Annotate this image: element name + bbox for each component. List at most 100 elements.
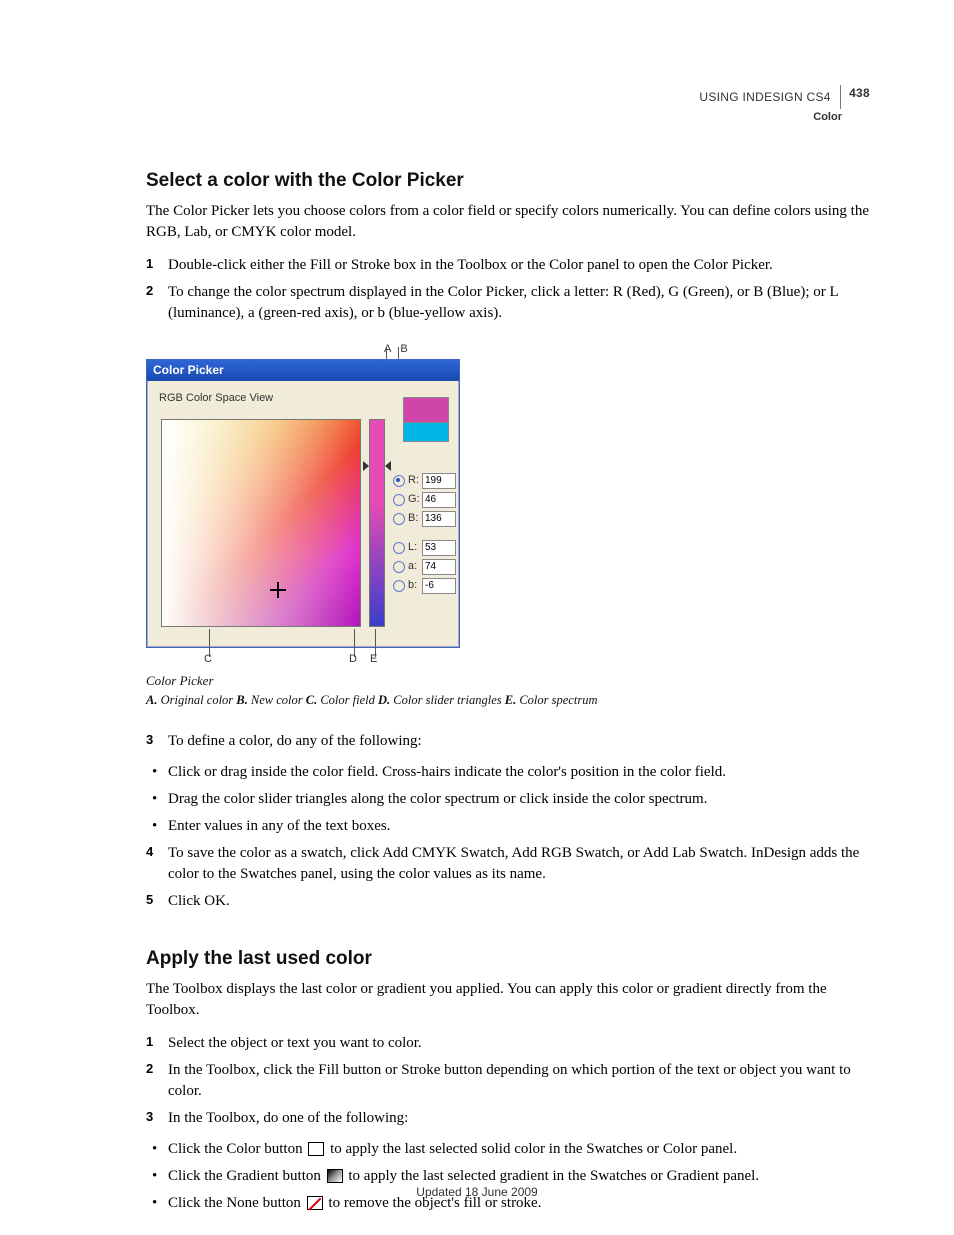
radio-g[interactable]: [393, 494, 405, 506]
value-a[interactable]: 74: [422, 559, 456, 575]
bullet-list: Click or drag inside the color field. Cr…: [146, 762, 870, 837]
input-row-a: a:74: [393, 559, 456, 575]
bullet-text: Enter values in any of the text boxes.: [168, 818, 390, 834]
callout-label-b: B: [400, 343, 410, 355]
step-number: 3: [146, 1108, 153, 1126]
step-item: 1 Double-click either the Fill or Stroke …: [146, 255, 870, 276]
label-l: L:: [408, 540, 422, 555]
step-text: Double-click either the Fill or Stroke b…: [168, 257, 773, 273]
radio-r[interactable]: [393, 475, 405, 487]
callout-label-e: E: [370, 652, 377, 667]
page-number: 438: [849, 86, 870, 100]
bullet-item: Click the Color button to apply the last…: [146, 1139, 870, 1160]
slider-triangle-icon[interactable]: [385, 461, 391, 471]
legend-key: D.: [378, 693, 390, 707]
original-color-swatch: [403, 397, 449, 423]
step-text: In the Toolbox, click the Fill button or…: [168, 1062, 851, 1099]
figure-caption: Color Picker: [146, 672, 870, 690]
bullet-text: to apply the last selected gradient in t…: [345, 1168, 759, 1184]
step-text: Click OK.: [168, 893, 230, 909]
steps-list-3: 4To save the color as a swatch, click Ad…: [146, 843, 870, 912]
input-row-g: G:46: [393, 492, 456, 508]
bullet-text: Click or drag inside the color field. Cr…: [168, 764, 726, 780]
window-body: RGB Color Space View R:199: [147, 381, 459, 647]
value-bb[interactable]: -6: [422, 578, 456, 594]
label-r: R:: [408, 473, 422, 488]
legend-key: E.: [505, 693, 516, 707]
product-label: USING INDESIGN CS4: [699, 90, 830, 104]
bullet-text: to apply the last selected solid color i…: [326, 1141, 737, 1157]
value-l[interactable]: 53: [422, 540, 456, 556]
radio-bb[interactable]: [393, 580, 405, 592]
step-number: 1: [146, 1033, 153, 1051]
steps-list-1: 1 Double-click either the Fill or Stroke …: [146, 255, 870, 324]
radio-a[interactable]: [393, 561, 405, 573]
section-intro: The Color Picker lets you choose colors …: [146, 201, 870, 243]
section-intro: The Toolbox displays the last color or g…: [146, 979, 870, 1021]
value-r[interactable]: 199: [422, 473, 456, 489]
legend-text: Color slider triangles: [390, 693, 505, 707]
label-a: a:: [408, 559, 422, 574]
value-g[interactable]: 46: [422, 492, 456, 508]
label-b: B:: [408, 511, 422, 526]
legend-text: New color: [248, 693, 306, 707]
legend-key: B.: [236, 693, 247, 707]
header-divider: [840, 85, 841, 109]
step-item: 3 In the Toolbox, do one of the following…: [146, 1108, 870, 1129]
legend-text: Color spectrum: [516, 693, 597, 707]
figure-top-labels: A B: [384, 342, 870, 357]
radio-b[interactable]: [393, 513, 405, 525]
color-inputs: R:199 G:46 B:136 L:53 a:74 b:-6: [393, 473, 456, 597]
step-number: 5: [146, 891, 153, 909]
steps-list-2: 3To define a color, do any of the follow…: [146, 731, 870, 752]
step-number: 2: [146, 282, 153, 300]
step-item: 3To define a color, do any of the follow…: [146, 731, 870, 752]
step-item: 5 Click OK.: [146, 891, 870, 912]
color-spectrum-slider[interactable]: [369, 419, 385, 627]
steps-list-4: 1 Select the object or text you want to c…: [146, 1033, 870, 1129]
callout-label-d: D: [349, 652, 357, 667]
value-b[interactable]: 136: [422, 511, 456, 527]
step-text: In the Toolbox, do one of the following:: [168, 1110, 408, 1126]
section-heading: Select a color with the Color Picker: [146, 168, 870, 195]
section-2: Apply the last used color The Toolbox di…: [146, 946, 870, 1214]
bullet-item: Drag the color slider triangles along th…: [146, 789, 870, 810]
figure-legend: A. Original color B. New color C. Color …: [146, 692, 870, 710]
gradient-button-icon: [327, 1169, 343, 1183]
swatch-preview: [403, 397, 447, 442]
bullet-text: Drag the color slider triangles along th…: [168, 791, 707, 807]
page: USING INDESIGN CS4 438 Color Select a co…: [0, 0, 954, 1235]
label-bb: b:: [408, 578, 422, 593]
slider-triangle-icon[interactable]: [363, 461, 369, 471]
figure: A B Color Picker RGB Color Space View: [146, 342, 870, 710]
figure-bottom-labels: C D E: [146, 652, 462, 666]
legend-text: Color field: [317, 693, 378, 707]
legend-key: C.: [306, 693, 317, 707]
step-item: 2 In the Toolbox, click the Fill button o…: [146, 1060, 870, 1102]
input-row-b: B:136: [393, 511, 456, 527]
bullet-item: Click or drag inside the color field. Cr…: [146, 762, 870, 783]
step-text: Select the object or text you want to co…: [168, 1035, 422, 1051]
section-label: Color: [699, 110, 870, 124]
input-row-bb: b:-6: [393, 578, 456, 594]
bullet-list: Click the Color button to apply the last…: [146, 1139, 870, 1214]
input-row-l: L:53: [393, 540, 456, 556]
content: Select a color with the Color Picker The…: [146, 168, 870, 1214]
radio-l[interactable]: [393, 542, 405, 554]
page-header: USING INDESIGN CS4 438 Color: [699, 86, 870, 124]
legend-key: A.: [146, 693, 157, 707]
step-number: 3: [146, 731, 153, 749]
section-heading: Apply the last used color: [146, 946, 870, 973]
crosshair-icon: [270, 582, 286, 598]
step-number: 2: [146, 1060, 153, 1078]
new-color-swatch: [403, 423, 449, 442]
bullet-item: Enter values in any of the text boxes.: [146, 816, 870, 837]
color-picker-window: Color Picker RGB Color Space View: [146, 359, 460, 648]
step-number: 1: [146, 255, 153, 273]
step-item: 1 Select the object or text you want to c…: [146, 1033, 870, 1054]
color-field[interactable]: [161, 419, 361, 627]
step-item: 4To save the color as a swatch, click Ad…: [146, 843, 870, 885]
label-g: G:: [408, 492, 422, 507]
callout-label-c: C: [204, 652, 212, 667]
color-button-icon: [308, 1142, 324, 1156]
